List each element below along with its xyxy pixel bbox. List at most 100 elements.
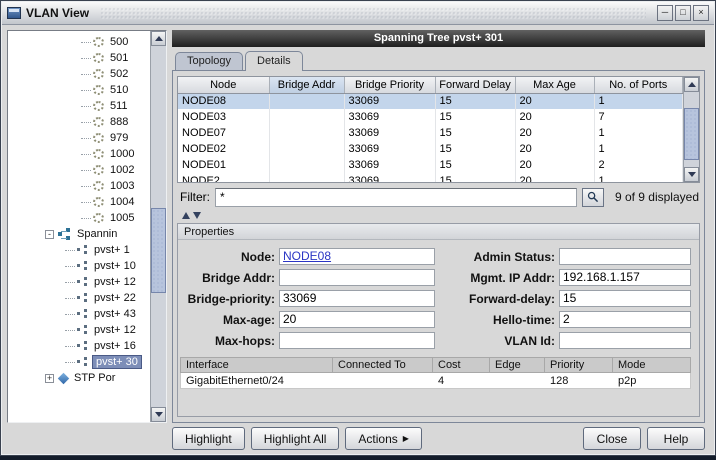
filter-search-button[interactable] [582,188,604,207]
table-scrollbar[interactable] [683,77,699,182]
titlebar[interactable]: VLAN View ─ □ × [2,2,714,25]
table-row[interactable]: NODE02 3306915201 [178,141,683,157]
table-cell[interactable]: 20 [515,157,594,173]
column-header-max-age[interactable]: Max Age [515,77,594,93]
tree-scroll-down-button[interactable] [151,407,166,422]
tree-item-888[interactable]: 888 [9,114,149,130]
tree-item-stp-por[interactable]: +STP Por [9,370,149,386]
tree-item-pvst-22[interactable]: pvst+ 22 [9,290,149,306]
table-row[interactable]: NODE01 3306915202 [178,157,683,173]
table-scroll-up-button[interactable] [684,77,699,92]
table-cell[interactable]: 15 [435,173,515,183]
split-divider[interactable] [177,211,700,220]
table-row[interactable]: NODE2 3306915201 [178,173,683,183]
highlight-button[interactable]: Highlight [172,427,245,450]
table-cell[interactable]: 15 [435,141,515,157]
maximize-button[interactable]: □ [675,5,691,21]
splitter-collapse-up-icon[interactable] [182,212,190,219]
close-button[interactable]: Close [583,427,641,450]
tree-item-500[interactable]: 500 [9,34,149,50]
tree-item-spannin[interactable]: -Spannin [9,226,149,242]
table-cell[interactable]: 2 [594,157,683,173]
table-row[interactable]: NODE03 3306915207 [178,109,683,125]
table-cell[interactable]: 20 [515,173,594,183]
actions-button[interactable]: Actions▶ [345,427,422,450]
table-cell[interactable] [269,93,344,109]
tree-item-511[interactable]: 511 [9,98,149,114]
vlan-tree[interactable]: 5005015025105118889791000100210031004100… [9,32,149,421]
table-cell[interactable]: 15 [435,93,515,109]
tree-item-1004[interactable]: 1004 [9,194,149,210]
table-cell[interactable]: NODE08 [178,93,269,109]
column-header-bridge-addr[interactable]: Bridge Addr [269,77,344,93]
table-cell[interactable]: 1 [594,125,683,141]
table-cell[interactable] [269,173,344,183]
table-scroll-thumb[interactable] [684,108,699,160]
tree-item-1005[interactable]: 1005 [9,210,149,226]
table-cell[interactable]: 33069 [344,125,435,141]
table-cell[interactable]: 20 [515,125,594,141]
table-cell[interactable]: NODE02 [178,141,269,157]
table-cell[interactable]: 33069 [344,93,435,109]
table-cell[interactable] [269,125,344,141]
highlight-all-button[interactable]: Highlight All [251,427,340,450]
tree-scroll-up-button[interactable] [151,31,166,46]
tab-topology[interactable]: Topology [175,52,243,71]
table-cell[interactable]: 20 [515,141,594,157]
tree-item-979[interactable]: 979 [9,130,149,146]
column-header-no-of-ports[interactable]: No. of Ports [594,77,683,93]
close-button[interactable]: × [693,5,709,21]
table-scroll-track[interactable] [684,92,699,167]
tree-scroll-thumb[interactable] [151,208,166,293]
tree-item-501[interactable]: 501 [9,50,149,66]
tree-item-502[interactable]: 502 [9,66,149,82]
table-cell[interactable]: NODE07 [178,125,269,141]
table-row[interactable]: NODE07 3306915201 [178,125,683,141]
table-row[interactable]: NODE08 3306915201 [178,93,683,109]
table-cell[interactable]: NODE03 [178,109,269,125]
tree-item-pvst-30[interactable]: pvst+ 30 [9,354,149,370]
tree-item-pvst-12[interactable]: pvst+ 12 [9,274,149,290]
node-link[interactable]: NODE08 [283,249,331,263]
table-cell[interactable] [269,157,344,173]
table-cell[interactable]: 1 [594,141,683,157]
table-cell[interactable]: 1 [594,93,683,109]
table-cell[interactable]: 15 [435,125,515,141]
table-cell[interactable] [269,109,344,125]
tree-expand-icon[interactable]: + [45,374,54,383]
column-header-node[interactable]: Node [178,77,269,93]
tree-item-1003[interactable]: 1003 [9,178,149,194]
tree-item-1002[interactable]: 1002 [9,162,149,178]
column-header-forward-delay[interactable]: Forward Delay [435,77,515,93]
tree-scrollbar[interactable] [150,31,166,422]
table-cell[interactable]: NODE2 [178,173,269,183]
table-cell[interactable]: 7 [594,109,683,125]
table-cell[interactable]: 33069 [344,157,435,173]
table-cell[interactable]: 1 [594,173,683,183]
tree-collapse-icon[interactable]: - [45,230,54,239]
tree-item-pvst-1[interactable]: pvst+ 1 [9,242,149,258]
tree-item-pvst-16[interactable]: pvst+ 16 [9,338,149,354]
table-cell[interactable]: NODE01 [178,157,269,173]
help-button[interactable]: Help [647,427,705,450]
table-cell[interactable]: 33069 [344,141,435,157]
table-cell[interactable] [269,141,344,157]
tree-item-510[interactable]: 510 [9,82,149,98]
minimize-button[interactable]: ─ [657,5,673,21]
table-cell[interactable]: 20 [515,93,594,109]
tree-item-pvst-10[interactable]: pvst+ 10 [9,258,149,274]
tree-item-1000[interactable]: 1000 [9,146,149,162]
table-cell[interactable]: 20 [515,109,594,125]
tree-item-pvst-43[interactable]: pvst+ 43 [9,306,149,322]
table-cell[interactable]: 15 [435,109,515,125]
column-header-bridge-priority[interactable]: Bridge Priority [344,77,435,93]
interface-row[interactable]: GigabitEthernet0/244128p2p [180,373,691,389]
table-cell[interactable]: 33069 [344,173,435,183]
splitter-collapse-down-icon[interactable] [193,212,201,219]
tree-scroll-track[interactable] [151,46,166,407]
table-cell[interactable]: 33069 [344,109,435,125]
tab-details[interactable]: Details [245,51,303,71]
table-scroll-down-button[interactable] [684,167,699,182]
tree-item-pvst-12[interactable]: pvst+ 12 [9,322,149,338]
table-cell[interactable]: 15 [435,157,515,173]
